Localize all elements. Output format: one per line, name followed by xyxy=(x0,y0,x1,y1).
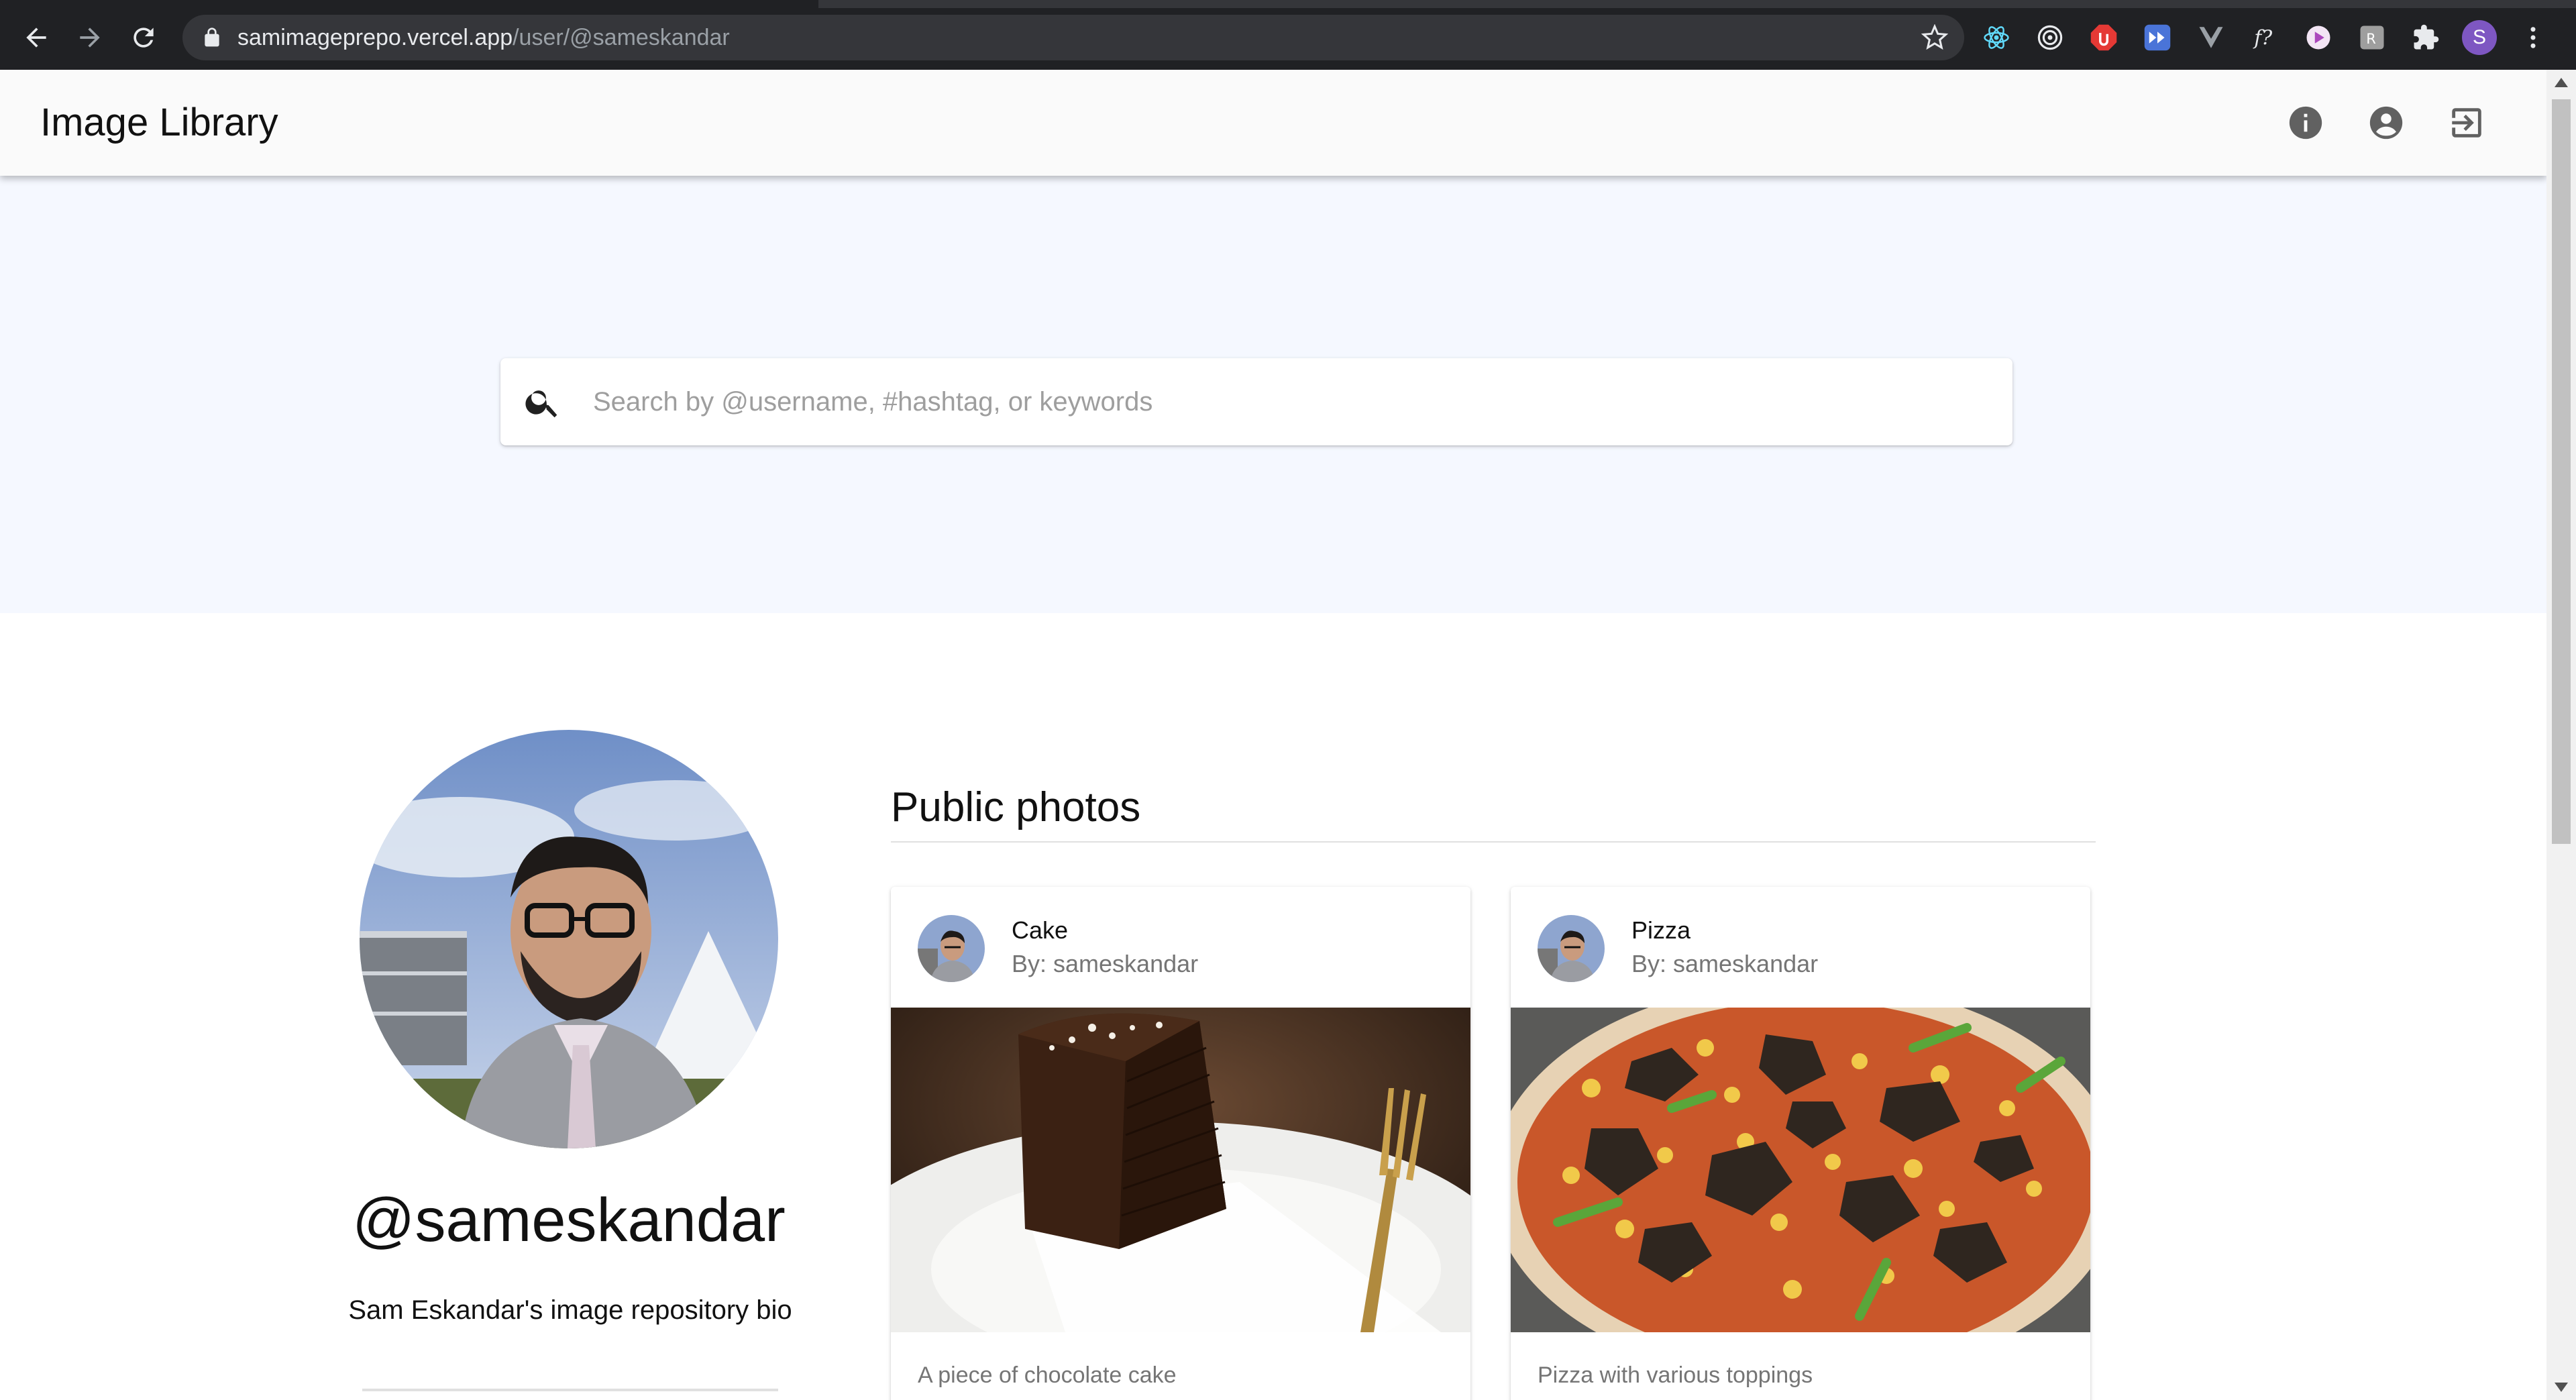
vue-icon[interactable] xyxy=(2190,16,2233,59)
formula-icon[interactable]: f? xyxy=(2243,16,2286,59)
tab-strip xyxy=(0,0,2576,8)
extensions-bar: f? R S xyxy=(1975,16,2565,59)
scroll-down-arrow-icon[interactable] xyxy=(2555,1383,2568,1392)
photo-card[interactable]: Pizza By: sameskandar Pizza with various… xyxy=(1511,887,2090,1400)
reload-button[interactable] xyxy=(122,16,165,59)
search-bar[interactable] xyxy=(500,358,2012,445)
vertical-scrollbar[interactable] xyxy=(2546,70,2576,1400)
avatar[interactable] xyxy=(918,915,985,982)
url-text: samimageprepo.vercel.app/user/@sameskand… xyxy=(237,24,730,51)
chrome-menu-button[interactable] xyxy=(2512,16,2555,59)
card-image[interactable] xyxy=(891,1008,1470,1400)
card-title: Cake xyxy=(1012,916,1069,944)
puzzle-icon[interactable] xyxy=(2404,16,2447,59)
logout-button[interactable] xyxy=(2445,101,2489,145)
lock-icon xyxy=(205,28,219,47)
svg-text:R: R xyxy=(2366,31,2376,47)
arrow-left-icon xyxy=(26,28,46,48)
fast-forward-icon[interactable] xyxy=(2136,16,2179,59)
back-button[interactable] xyxy=(15,16,58,59)
address-bar[interactable]: samimageprepo.vercel.app/user/@sameskand… xyxy=(182,15,1964,60)
profile-avatar[interactable]: S xyxy=(2458,16,2501,59)
card-image[interactable] xyxy=(1511,981,2090,1383)
profile-photo xyxy=(360,730,778,1148)
divider xyxy=(362,1389,778,1391)
profile-initial: S xyxy=(2462,20,2497,55)
profile-username: @sameskandar xyxy=(352,1186,786,1254)
app-bar: Image Library xyxy=(0,70,2546,176)
avatar[interactable] xyxy=(1538,915,1605,982)
public-photos-heading: Public photos xyxy=(891,784,1141,830)
reload-icon xyxy=(133,28,154,48)
app-title[interactable]: Image Library xyxy=(40,99,278,146)
play-icon[interactable] xyxy=(2297,16,2340,59)
adblock-icon[interactable] xyxy=(2082,16,2125,59)
more-vert-icon xyxy=(2530,27,2536,48)
arrow-right-icon xyxy=(80,28,100,48)
page-viewport: Image Library Search by @username, #hash… xyxy=(0,70,2546,1400)
svg-text:f?: f? xyxy=(2253,27,2273,50)
search-input[interactable] xyxy=(593,378,1975,425)
card-author: By: sameskandar xyxy=(1631,950,1819,977)
divider xyxy=(891,841,2096,843)
active-tab[interactable] xyxy=(0,0,818,8)
bookmark-star-icon[interactable] xyxy=(1921,24,1948,51)
photo-card[interactable]: Cake By: sameskandar A piece of chocolat… xyxy=(891,887,1470,1400)
search-icon xyxy=(525,390,557,418)
info-button[interactable] xyxy=(2284,101,2328,145)
search-hero xyxy=(0,176,2546,613)
url-host: samimageprepo.vercel.app xyxy=(237,25,513,50)
scroll-up-arrow-icon[interactable] xyxy=(2555,78,2568,87)
logout-icon xyxy=(2452,108,2481,138)
card-author: By: sameskandar xyxy=(1012,950,1199,977)
card-description: A piece of chocolate cake xyxy=(918,1362,1177,1388)
scrollbar-thumb[interactable] xyxy=(2552,99,2571,844)
account-button[interactable] xyxy=(2364,101,2408,145)
translate-icon[interactable]: R xyxy=(2351,16,2394,59)
url-path: /user/@sameskandar xyxy=(513,25,730,50)
account-icon xyxy=(2369,106,2403,140)
card-description: Pizza with various toppings xyxy=(1538,1362,1813,1388)
card-title: Pizza xyxy=(1631,916,1691,944)
forward-button[interactable] xyxy=(68,16,111,59)
target-icon[interactable] xyxy=(2029,16,2072,59)
profile-bio: Sam Eskandar's image repository bio xyxy=(348,1295,792,1325)
info-icon xyxy=(2289,106,2322,140)
browser-toolbar: samimageprepo.vercel.app/user/@sameskand… xyxy=(0,0,2576,70)
react-devtools-icon[interactable] xyxy=(1975,16,2018,59)
